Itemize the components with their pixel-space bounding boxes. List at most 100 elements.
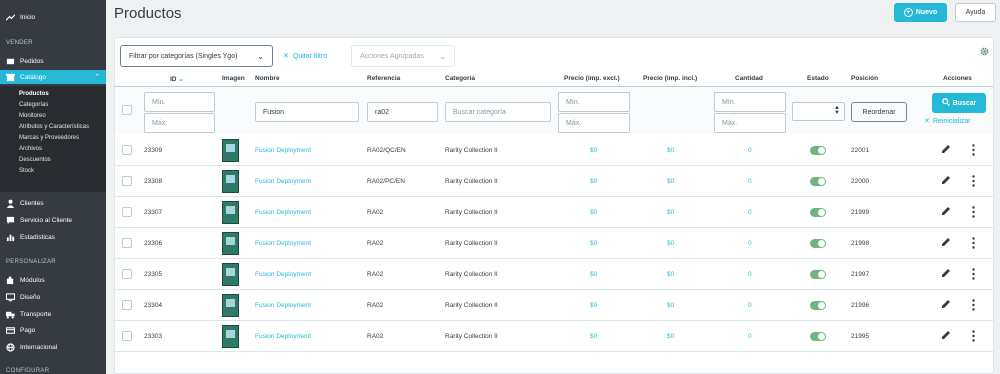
pencil-icon[interactable] — [941, 330, 951, 340]
cell-name-link[interactable]: Fusion Deployment — [255, 240, 311, 247]
sidebar-subitem-monitoreo[interactable]: Monitoreo — [0, 110, 106, 121]
cell-name-link[interactable]: Fusion Deployment — [255, 333, 311, 340]
reference-filter-input[interactable]: ra02 — [367, 102, 438, 122]
column-header-price-incl[interactable]: Precio (imp. incl.) — [643, 75, 697, 82]
sidebar-subitem-marcas[interactable]: Marcas y Proveedores — [0, 132, 106, 143]
row-checkbox[interactable] — [122, 176, 132, 186]
status-toggle[interactable] — [810, 177, 826, 186]
sidebar-item-transporte[interactable]: Transporte — [0, 307, 51, 321]
row-checkbox[interactable] — [122, 269, 132, 279]
column-header-name[interactable]: Nombre — [255, 75, 280, 82]
category-filter-dropdown[interactable]: Filtrar por categorías (Singles Ygo) ⌄ — [120, 45, 273, 67]
cell-quantity[interactable]: 0 — [748, 271, 752, 278]
remove-filter-link[interactable]: ✕ Quitar filtro — [283, 52, 327, 60]
sidebar-subitem-atributos[interactable]: Atributos y Características — [0, 121, 106, 132]
table-row[interactable]: 23305 Fusion Deployment RA02 Rarity Coll… — [115, 259, 993, 290]
category-search-input[interactable]: Buscar categoría — [445, 102, 551, 122]
sidebar-subitem-archivos[interactable]: Archivos — [0, 143, 106, 154]
id-min-input[interactable]: Mín. — [144, 92, 215, 112]
cell-price-excl[interactable]: $0 — [590, 147, 597, 154]
cell-name-link[interactable]: Fusion Deployment — [255, 302, 311, 309]
row-checkbox[interactable] — [122, 238, 132, 248]
more-vertical-icon[interactable] — [972, 330, 975, 342]
column-header-reference[interactable]: Referencia — [367, 75, 400, 82]
sidebar-item-estadisticas[interactable]: Estadísticas — [0, 230, 55, 244]
column-header-quantity[interactable]: Cantidad — [735, 75, 763, 82]
more-vertical-icon[interactable] — [972, 206, 975, 218]
status-select[interactable]: ▲ ▼ — [792, 102, 845, 121]
sidebar-item-servicio[interactable]: Servicio al Cliente — [0, 213, 72, 227]
sidebar-item-inicio[interactable]: Inicio — [0, 10, 35, 24]
cell-price-incl[interactable]: $0 — [667, 333, 674, 340]
table-row[interactable]: 23306 Fusion Deployment RA02 Rarity Coll… — [115, 228, 993, 259]
pencil-icon[interactable] — [941, 144, 951, 154]
more-vertical-icon[interactable] — [972, 268, 975, 280]
cell-name-link[interactable]: Fusion Deployment — [255, 178, 311, 185]
column-header-position[interactable]: Posición — [851, 75, 878, 82]
more-vertical-icon[interactable] — [972, 299, 975, 311]
name-filter-input[interactable]: Fusion — [255, 102, 359, 122]
pencil-icon[interactable] — [941, 268, 951, 278]
price-max-input[interactable]: Máx. — [558, 113, 630, 133]
select-all-checkbox[interactable] — [122, 105, 132, 115]
status-toggle[interactable] — [810, 146, 826, 155]
row-checkbox[interactable] — [122, 331, 132, 341]
cell-price-incl[interactable]: $0 — [667, 271, 674, 278]
sidebar-item-pedidos[interactable]: Pedidos — [0, 54, 106, 68]
column-header-price-excl[interactable]: Precio (imp. excl.) — [564, 75, 620, 82]
search-button[interactable]: Buscar — [932, 93, 986, 113]
cell-price-excl[interactable]: $0 — [590, 271, 597, 278]
sidebar-subitem-categorias[interactable]: Categorías — [0, 99, 106, 110]
cell-name-link[interactable]: Fusion Deployment — [255, 209, 311, 216]
cell-price-excl[interactable]: $0 — [590, 209, 597, 216]
cell-price-excl[interactable]: $0 — [590, 178, 597, 185]
cell-name-link[interactable]: Fusion Deployment — [255, 147, 311, 154]
new-product-button[interactable]: + Nuevo — [894, 3, 947, 22]
cell-quantity[interactable]: 0 — [748, 209, 752, 216]
cell-quantity[interactable]: 0 — [748, 178, 752, 185]
price-min-input[interactable]: Mín. — [558, 92, 630, 112]
cell-price-incl[interactable]: $0 — [667, 240, 674, 247]
qty-max-input[interactable]: Máx. — [714, 113, 786, 133]
column-header-category[interactable]: Categoría — [445, 75, 475, 82]
cell-price-excl[interactable]: $0 — [590, 302, 597, 309]
sidebar-item-internacional[interactable]: Internacional — [0, 340, 57, 354]
reset-filters-link[interactable]: ✕ Reinicializar — [924, 117, 971, 125]
column-header-id[interactable]: ID ⌄ — [170, 75, 184, 83]
cell-name-link[interactable]: Fusion Deployment — [255, 271, 311, 278]
row-checkbox[interactable] — [122, 145, 132, 155]
table-row[interactable]: 23308 Fusion Deployment RA02/PC/EN Rarit… — [115, 166, 993, 197]
cell-price-incl[interactable]: $0 — [667, 178, 674, 185]
cell-price-excl[interactable]: $0 — [590, 240, 597, 247]
cell-price-incl[interactable]: $0 — [667, 209, 674, 216]
status-toggle[interactable] — [810, 332, 826, 341]
table-row[interactable]: 23304 Fusion Deployment RA02 Rarity Coll… — [115, 290, 993, 321]
cell-price-incl[interactable]: $0 — [667, 302, 674, 309]
pencil-icon[interactable] — [941, 237, 951, 247]
more-vertical-icon[interactable] — [972, 237, 975, 249]
cell-quantity[interactable]: 0 — [748, 240, 752, 247]
sidebar-item-catalogo[interactable]: Catálogo ⌃ — [0, 70, 106, 84]
cell-quantity[interactable]: 0 — [748, 333, 752, 340]
qty-min-input[interactable]: Mín. — [714, 92, 786, 112]
row-checkbox[interactable] — [122, 207, 132, 217]
status-toggle[interactable] — [810, 208, 826, 217]
table-row[interactable]: 23303 Fusion Deployment RA02 Rarity Coll… — [115, 321, 993, 352]
column-header-status[interactable]: Estado — [807, 75, 829, 82]
bulk-actions-dropdown[interactable]: Acciones Agrupadas ⌄ — [351, 45, 455, 67]
more-vertical-icon[interactable] — [972, 175, 975, 187]
id-max-input[interactable]: Máx. — [144, 113, 215, 133]
cell-price-excl[interactable]: $0 — [590, 333, 597, 340]
sidebar-item-diseno[interactable]: Diseño — [0, 290, 40, 304]
sidebar-subitem-productos[interactable]: Productos — [0, 88, 106, 99]
cell-quantity[interactable]: 0 — [748, 302, 752, 309]
status-toggle[interactable] — [810, 239, 826, 248]
sidebar-item-pago[interactable]: Pago — [0, 323, 35, 337]
table-row[interactable]: 23309 Fusion Deployment RA02/QC/EN Rarit… — [115, 135, 993, 166]
sidebar-subitem-descuentos[interactable]: Descuentos — [0, 154, 106, 165]
table-row[interactable]: 23307 Fusion Deployment RA02 Rarity Coll… — [115, 197, 993, 228]
more-vertical-icon[interactable] — [972, 144, 975, 156]
pencil-icon[interactable] — [941, 206, 951, 216]
help-button[interactable]: Ayuda — [955, 3, 996, 22]
row-checkbox[interactable] — [122, 300, 132, 310]
